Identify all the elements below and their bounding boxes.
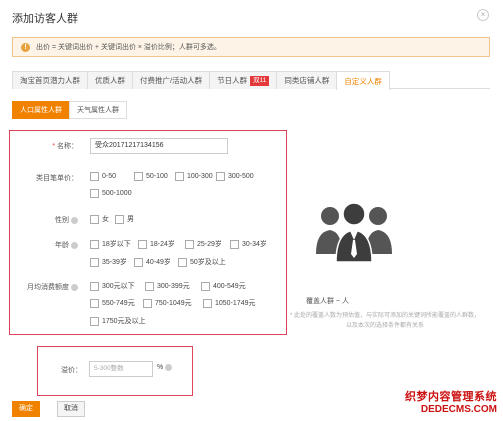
gender-label: 性别 bbox=[10, 215, 78, 225]
checkbox-icon bbox=[90, 281, 99, 291]
help-icon[interactable] bbox=[71, 216, 78, 224]
watermark-line-1: 织梦内容管理系统 bbox=[405, 391, 497, 403]
name-label: * 名称： bbox=[52, 143, 78, 150]
notice-bar: ! 出价 = 关键词出价 + 关键词出价 × 溢价比例；人群可多选。 bbox=[12, 37, 490, 57]
bid-input[interactable]: 5-300整数 bbox=[89, 361, 153, 377]
audience-form: * 名称： 受众20171217134156 类目笔单价： 0-50 50-10… bbox=[9, 130, 287, 335]
checkbox-icon bbox=[90, 316, 99, 326]
watermark: 织梦内容管理系统 DEDECMS.COM bbox=[405, 388, 497, 415]
checkbox-icon bbox=[90, 298, 99, 308]
checkbox-icon bbox=[90, 257, 99, 267]
checkbox-icon bbox=[90, 239, 99, 249]
spend-option-1050-1749[interactable]: 1050-1749元 bbox=[203, 298, 255, 308]
spend-label: 月均消费额度 bbox=[10, 282, 78, 292]
bid-section: 溢价： 5-300整数 % bbox=[37, 346, 193, 396]
tab-holiday[interactable]: 节日人群 双11 bbox=[209, 71, 278, 89]
spend-option-550-749[interactable]: 550-749元 bbox=[90, 298, 135, 308]
age-option-35-39[interactable]: 35-39岁 bbox=[90, 257, 127, 267]
checkbox-icon bbox=[185, 239, 194, 249]
checkbox-icon bbox=[90, 172, 99, 181]
spend-option-400-549[interactable]: 400-549元 bbox=[201, 281, 246, 291]
cancel-button[interactable]: 取消 bbox=[57, 401, 85, 417]
age-option-40-49[interactable]: 40-49岁 bbox=[134, 257, 171, 267]
spend-option-1750-plus[interactable]: 1750元及以上 bbox=[90, 316, 146, 326]
checkbox-icon bbox=[145, 281, 154, 291]
tab-similar-shops[interactable]: 同类店铺人群 bbox=[276, 71, 338, 89]
price-option-500-1000[interactable]: 500-1000 bbox=[90, 189, 132, 198]
checkbox-icon bbox=[90, 214, 99, 224]
name-input[interactable]: 受众20171217134156 bbox=[90, 138, 228, 154]
spend-option-300-399[interactable]: 300-399元 bbox=[145, 281, 190, 291]
price-option-0-50[interactable]: 0-50 bbox=[90, 172, 116, 181]
subtab-demographic[interactable]: 人口属性人群 bbox=[12, 101, 70, 119]
watermark-line-2: DEDECMS.COM bbox=[420, 404, 497, 415]
age-option-under-18[interactable]: 18岁以下 bbox=[90, 239, 131, 249]
price-option-300-500[interactable]: 300-500 bbox=[216, 172, 254, 181]
audience-tabs: 淘宝首页潜力人群 优质人群 付费推广/活动人群 节日人群 双11 同类店铺人群 自… bbox=[12, 71, 490, 90]
double11-badge: 双11 bbox=[250, 75, 270, 86]
help-icon[interactable] bbox=[71, 241, 78, 249]
checkbox-icon bbox=[230, 239, 239, 249]
coverage-note: * 此处的覆盖人数为预估值，与实际可添加的关键词所能覆盖的人群数，以及本次的选择… bbox=[289, 313, 480, 329]
notice-text: 出价 = 关键词出价 + 关键词出价 × 溢价比例；人群可多选。 bbox=[36, 44, 221, 51]
coverage-label: 覆盖人群 ~ 人 bbox=[306, 298, 349, 305]
spend-option-750-1049[interactable]: 750-1049元 bbox=[143, 298, 192, 308]
dialog-title: 添加访客人群 bbox=[12, 13, 78, 25]
checkbox-icon bbox=[90, 189, 99, 198]
confirm-button[interactable]: 确定 bbox=[12, 401, 40, 417]
close-icon[interactable]: × bbox=[477, 9, 489, 21]
subtab-weather[interactable]: 天气属性人群 bbox=[69, 101, 127, 119]
price-option-50-100[interactable]: 50-100 bbox=[134, 172, 168, 181]
help-icon[interactable] bbox=[165, 364, 173, 371]
bid-unit: % bbox=[157, 364, 173, 371]
help-icon[interactable] bbox=[71, 283, 78, 291]
people-group-icon bbox=[316, 202, 392, 263]
checkbox-icon bbox=[115, 214, 124, 224]
checkbox-icon bbox=[175, 172, 184, 181]
checkbox-icon bbox=[178, 257, 187, 267]
bid-label: 溢价： bbox=[61, 367, 82, 374]
checkbox-icon bbox=[203, 298, 212, 308]
spend-option-under-300[interactable]: 300元以下 bbox=[90, 281, 135, 291]
checkbox-icon bbox=[138, 239, 147, 249]
age-option-30-34[interactable]: 30-34岁 bbox=[230, 239, 267, 249]
checkbox-icon bbox=[216, 172, 225, 181]
tab-homepage-potential[interactable]: 淘宝首页潜力人群 bbox=[12, 71, 88, 89]
age-option-18-24[interactable]: 18-24岁 bbox=[138, 239, 175, 249]
tab-quality[interactable]: 优质人群 bbox=[87, 71, 133, 89]
gender-option-female[interactable]: 女 bbox=[90, 214, 109, 224]
checkbox-icon bbox=[134, 172, 143, 181]
price-option-100-300[interactable]: 100-300 bbox=[175, 172, 213, 181]
checkbox-icon bbox=[201, 281, 210, 291]
tab-paid-promotion[interactable]: 付费推广/活动人群 bbox=[132, 71, 211, 89]
checkbox-icon bbox=[143, 298, 152, 308]
age-option-25-29[interactable]: 25-29岁 bbox=[185, 239, 222, 249]
checkbox-icon bbox=[134, 257, 143, 267]
tab-custom[interactable]: 自定义人群 bbox=[336, 71, 390, 90]
age-option-50-plus[interactable]: 50岁及以上 bbox=[178, 257, 226, 267]
subtabs: 人口属性人群 天气属性人群 bbox=[12, 101, 127, 119]
price-label: 类目笔单价： bbox=[36, 175, 78, 182]
age-label: 年龄 bbox=[10, 240, 78, 250]
gender-option-male[interactable]: 男 bbox=[115, 214, 134, 224]
info-icon: ! bbox=[21, 42, 30, 52]
